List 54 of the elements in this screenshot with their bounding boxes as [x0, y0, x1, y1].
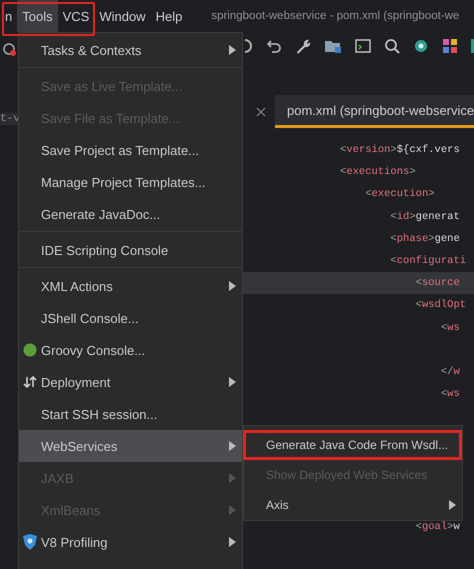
redo-icon[interactable]	[243, 38, 253, 54]
wrench-icon[interactable]	[295, 38, 311, 54]
menu-item[interactable]: Start SSH session...	[19, 398, 242, 430]
submenu-arrow-icon	[229, 281, 236, 291]
menu-item[interactable]: XML Actions	[19, 270, 242, 302]
undo-icon[interactable]	[266, 38, 282, 54]
menu-bar-item[interactable]: n	[0, 0, 18, 32]
window-title: springboot-webservice - pom.xml (springboot-we	[211, 10, 460, 22]
menu-item[interactable]: Save Project as Template...	[19, 134, 242, 166]
code-line: <version>${cxf.vers	[340, 144, 460, 156]
menu-item[interactable]: WebServices	[19, 430, 242, 462]
blocks-icon[interactable]	[442, 38, 458, 54]
menu-bar-item[interactable]: Tools	[17, 0, 58, 32]
code-line: <goal>w	[414, 521, 460, 534]
menu-bar-item[interactable]: Window	[94, 0, 151, 32]
menu-bar-item[interactable]: VCS	[58, 0, 94, 32]
code-line: <execution>	[364, 188, 435, 200]
menu-item[interactable]: Axis	[244, 490, 462, 520]
terminal-icon[interactable]	[355, 38, 371, 54]
submenu-arrow-icon	[229, 45, 236, 55]
code-line: <wsdlOpt	[414, 299, 466, 312]
submenu-arrow-icon	[229, 473, 236, 483]
submenu-arrow-icon	[229, 377, 236, 387]
folder-icon[interactable]	[324, 38, 342, 54]
menu-item[interactable]: Tasks & Contexts	[19, 34, 242, 66]
clock-icon[interactable]	[2, 41, 16, 57]
submenu-arrow-icon	[229, 505, 236, 515]
close-icon[interactable]	[256, 106, 266, 116]
code-line: </w	[440, 366, 460, 378]
code-line: <phase>gene	[389, 232, 460, 245]
submenu-arrow-icon	[229, 441, 236, 451]
menu-item[interactable]: Generate Java Code From Wsdl...	[243, 430, 462, 460]
menu-item[interactable]: Groovy Console...	[19, 334, 242, 366]
code-line: <id>generat	[389, 210, 460, 223]
code-line: <source	[414, 277, 460, 290]
menu-item[interactable]: IDE Scripting Console	[19, 234, 242, 266]
code-line: <configurati	[389, 255, 466, 268]
menu-item[interactable]: JShell Console...	[19, 302, 242, 334]
submenu-arrow-icon	[449, 500, 456, 510]
code-line: <ws	[440, 388, 460, 400]
menu-item[interactable]: Manage Project Templates...	[19, 166, 242, 198]
menu-item[interactable]: Deployment	[19, 366, 242, 398]
menu-bar-item[interactable]: Help	[150, 0, 188, 32]
shield-icon	[22, 534, 38, 550]
arrows-icon	[23, 376, 37, 388]
menu-item[interactable]: Generate JavaDoc...	[19, 198, 242, 230]
menu-item[interactable]: V8 Profiling	[19, 526, 242, 558]
code-line: <executions>	[340, 166, 416, 178]
editor-tab[interactable]: pom.xml (springboot-webservice	[275, 95, 474, 128]
search-icon[interactable]	[384, 38, 400, 54]
groovy-icon	[23, 343, 37, 357]
submenu-arrow-icon	[229, 537, 236, 547]
code-line: <ws	[440, 322, 460, 334]
circle-icon[interactable]	[413, 38, 429, 54]
